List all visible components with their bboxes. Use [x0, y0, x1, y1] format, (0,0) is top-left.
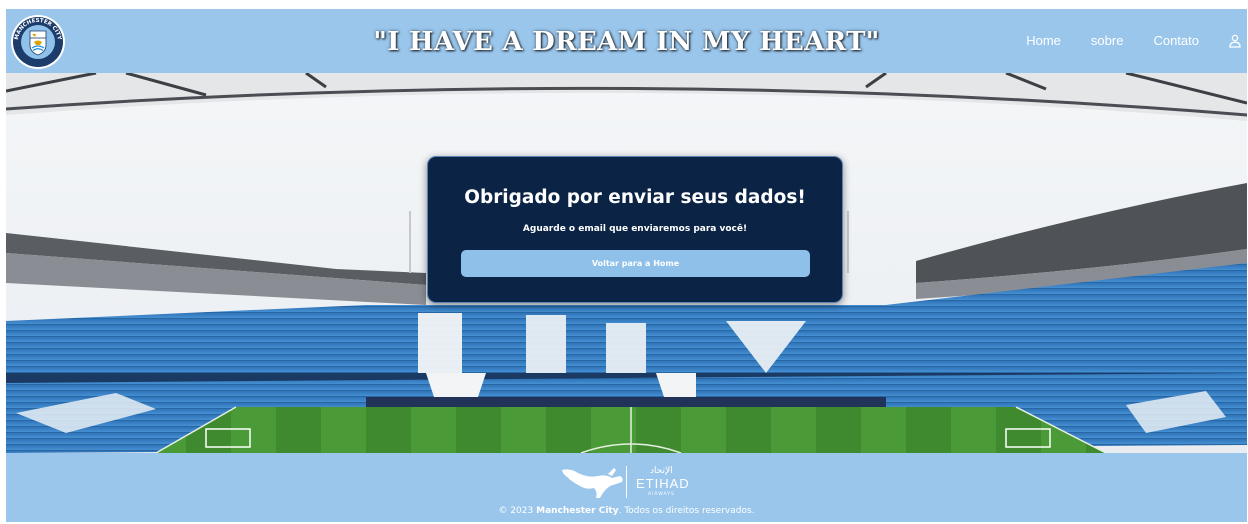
copyright-suffix: . Todos os direitos reservados.: [618, 506, 755, 516]
copyright-text: © 2023 Manchester City. Todos os direito…: [6, 506, 1247, 516]
dialog-title: Obrigado por enviar seus dados!: [464, 187, 806, 208]
nav-sobre[interactable]: sobre: [1091, 33, 1124, 48]
copyright-brand: Manchester City: [536, 506, 619, 516]
etihad-arabic-text: الإتحاد: [650, 466, 673, 476]
site-header: MANCHESTER CITY "I HAVE A DREAM IN MY HE…: [6, 9, 1247, 73]
site-footer: الإتحاد ETIHAD AIRWAYS © 2023 Manchester…: [6, 453, 1247, 522]
nav-contato[interactable]: Contato: [1153, 33, 1199, 48]
etihad-tagline-text: AIRWAYS: [648, 492, 675, 497]
puma-logo-icon[interactable]: [560, 464, 630, 500]
main-nav: Home sobre Contato: [996, 33, 1241, 48]
etihad-name-text: ETIHAD: [636, 476, 690, 491]
nav-home[interactable]: Home: [1026, 33, 1061, 48]
user-icon[interactable]: [1229, 34, 1241, 48]
back-home-button[interactable]: Voltar para a Home: [461, 250, 810, 277]
copyright-prefix: © 2023: [498, 506, 537, 516]
confirmation-dialog: Obrigado por enviar seus dados! Aguarde …: [427, 156, 843, 303]
stadium-background-image: Obrigado por enviar seus dados! Aguarde …: [6, 73, 1247, 453]
dialog-subtitle: Aguarde o email que enviaremos para você…: [522, 224, 748, 234]
sponsor-divider: [626, 466, 627, 498]
etihad-logo-icon[interactable]: الإتحاد ETIHAD AIRWAYS: [636, 464, 716, 500]
page: MANCHESTER CITY "I HAVE A DREAM IN MY HE…: [6, 9, 1247, 522]
sponsor-logos: الإتحاد ETIHAD AIRWAYS: [554, 464, 714, 500]
